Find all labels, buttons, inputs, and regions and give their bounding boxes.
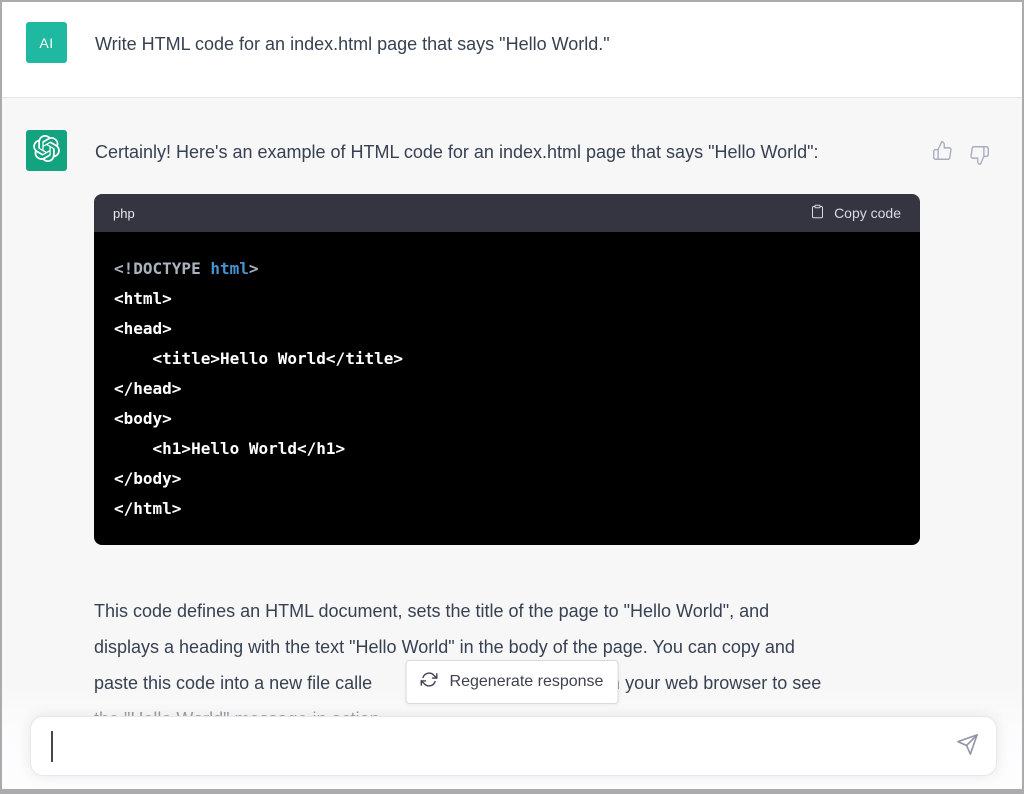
- user-avatar: AI: [26, 22, 67, 63]
- copy-code-label: Copy code: [834, 205, 901, 221]
- user-avatar-label: AI: [39, 35, 53, 51]
- message-input[interactable]: [30, 716, 997, 776]
- copy-code-button[interactable]: Copy code: [810, 203, 901, 223]
- user-message: AI Write HTML code for an index.html pag…: [2, 2, 1022, 97]
- thumbs-down-button[interactable]: [969, 145, 990, 169]
- send-button[interactable]: [956, 733, 979, 759]
- regenerate-label: Regenerate response: [450, 673, 604, 691]
- openai-logo-icon: [33, 135, 60, 167]
- assistant-intro-text: Certainly! Here's an example of HTML cod…: [95, 130, 904, 165]
- clipboard-icon: [810, 203, 825, 223]
- feedback-buttons: [932, 130, 998, 164]
- code-language-label: php: [113, 206, 135, 221]
- code-block-header: php Copy code: [94, 194, 920, 232]
- regenerate-response-button[interactable]: Regenerate response: [406, 660, 619, 704]
- text-caret: [51, 731, 53, 762]
- regenerate-icon: [421, 671, 438, 693]
- thumbs-up-button[interactable]: [932, 140, 953, 164]
- code-content: <!DOCTYPE html><html><head> <title>Hello…: [94, 232, 920, 545]
- thumbs-up-icon: [932, 149, 953, 164]
- chat-window: AI Write HTML code for an index.html pag…: [0, 0, 1024, 794]
- chatgpt-avatar: [26, 130, 67, 171]
- user-message-text: Write HTML code for an index.html page t…: [95, 22, 610, 97]
- explanation-line-1: This code defines an HTML document, sets…: [94, 593, 930, 629]
- send-icon: [956, 744, 979, 759]
- code-block: php Copy code <!DOCTYPE html><html><head…: [94, 194, 920, 545]
- thumbs-down-icon: [969, 154, 990, 169]
